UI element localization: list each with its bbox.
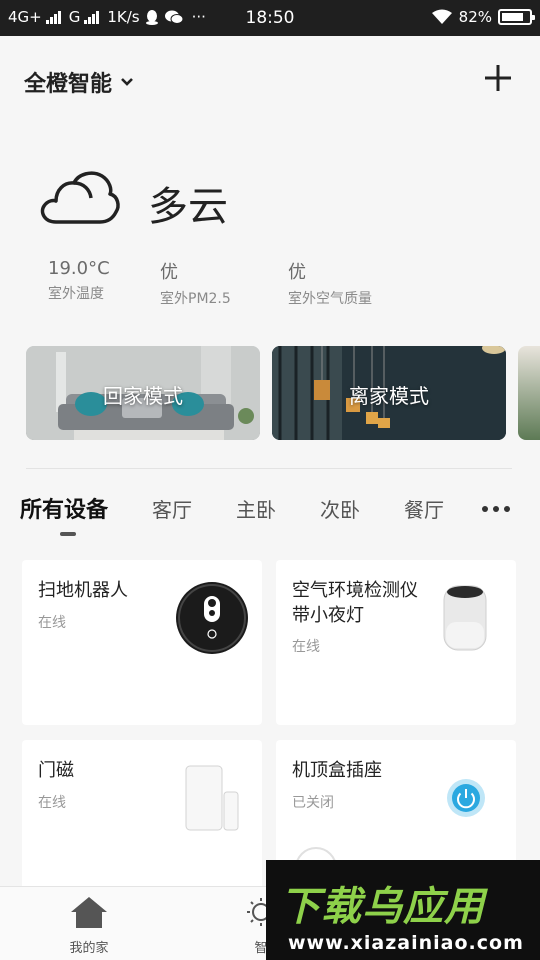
battery-percent: 82% <box>458 8 492 26</box>
device-status: 在线 <box>292 639 320 655</box>
watermark-title: 下载乌应用 <box>280 884 485 930</box>
app-screen: 4G+ G 1K/s ··· 18:50 82% 全橙智能 多云 19.0°C <box>0 0 540 960</box>
metric-label: 室外温度 <box>48 286 104 302</box>
home-name-label: 全橙智能 <box>24 72 113 97</box>
metric-value: 19.0°C <box>48 258 110 279</box>
metric-label: 室外空气质量 <box>288 291 372 307</box>
scene-card-next[interactable] <box>518 346 540 440</box>
robot-vacuum-image <box>176 582 248 654</box>
device-name: 门磁 <box>38 760 74 781</box>
home-selector[interactable]: 全橙智能 <box>24 66 134 98</box>
device-card-robot-vacuum[interactable]: 扫地机器人 在线 <box>22 560 262 725</box>
nav-my-home[interactable]: 我的家 <box>44 895 134 956</box>
device-name: 空气环境检测仪带小夜灯 <box>292 580 418 626</box>
device-card-air-monitor[interactable]: 空气环境检测仪带小夜灯 在线 <box>276 560 516 725</box>
power-toggle-icon[interactable] <box>446 778 486 818</box>
scene-label: 回家模式 <box>103 384 183 408</box>
active-tab-indicator <box>60 532 76 536</box>
home-icon <box>71 897 107 928</box>
status-bar: 4G+ G 1K/s ··· 18:50 82% <box>0 0 540 36</box>
battery-fill <box>502 13 524 21</box>
cloudy-icon <box>40 171 120 224</box>
device-card-door-sensor[interactable]: 门磁 在线 <box>22 740 262 905</box>
metric-air-quality: 优 室外空气质量 <box>288 258 372 308</box>
device-name: 扫地机器人 <box>38 580 128 601</box>
more-tabs-icon[interactable] <box>482 504 516 514</box>
wifi-icon <box>431 9 452 24</box>
weather-condition: 多云 <box>148 184 228 230</box>
device-status: 已关闭 <box>292 795 334 811</box>
tab-second-bedroom[interactable]: 次卧 <box>320 494 360 523</box>
tab-living-room[interactable]: 客厅 <box>152 494 192 523</box>
metric-temperature: 19.0°C 室外温度 <box>48 258 110 303</box>
device-name: 机顶盒插座 <box>292 760 382 781</box>
scene-card-home[interactable]: 回家模式 <box>26 346 260 440</box>
door-sensor-image <box>185 765 239 831</box>
chevron-down-icon <box>121 78 133 86</box>
device-status: 在线 <box>38 615 66 631</box>
room-tabs: 所有设备 客厅 主卧 次卧 餐厅 <box>0 490 540 536</box>
add-device-button[interactable] <box>482 62 514 94</box>
watermark-banner: 下载乌应用 www.xiazainiao.com <box>266 860 540 960</box>
nav-label: 我的家 <box>69 941 109 956</box>
header: 全橙智能 <box>0 36 540 126</box>
divider <box>26 468 512 469</box>
tab-all-devices[interactable]: 所有设备 <box>20 492 108 524</box>
metric-value: 优 <box>160 262 178 283</box>
scene-label: 离家模式 <box>349 384 429 408</box>
tab-dining-room[interactable]: 餐厅 <box>404 494 444 523</box>
air-monitor-image <box>443 585 487 651</box>
battery-icon <box>498 9 535 25</box>
status-right: 82% <box>431 8 535 26</box>
watermark-url: www.xiazainiao.com <box>288 932 524 954</box>
tab-master-bedroom[interactable]: 主卧 <box>236 494 276 523</box>
metric-pm25: 优 室外PM2.5 <box>160 258 231 308</box>
device-status: 在线 <box>38 795 66 811</box>
metric-label: 室外PM2.5 <box>160 291 231 307</box>
metric-value: 优 <box>288 262 306 283</box>
scene-card-away[interactable]: 离家模式 <box>272 346 506 440</box>
